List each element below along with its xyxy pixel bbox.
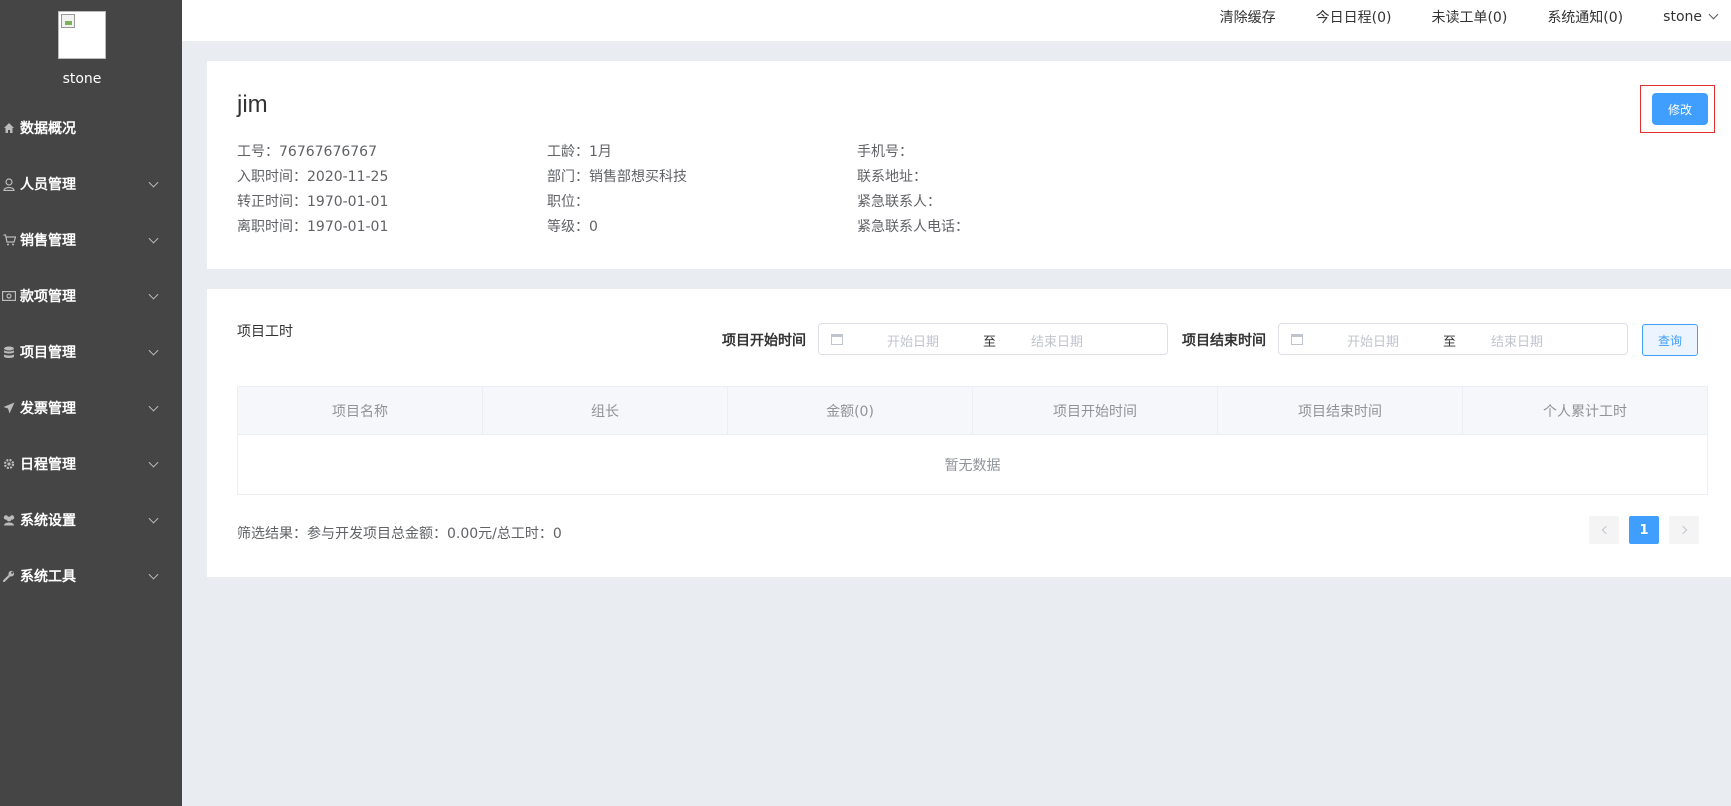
gear-icon (2, 457, 16, 471)
start-date-range-picker[interactable]: 开始日期 至 结束日期 (818, 323, 1168, 355)
sidebar-item-label: 数据概况 (20, 121, 76, 137)
chevron-down-icon (148, 401, 159, 412)
sidebar-item-sales[interactable]: 销售管理 (0, 212, 182, 268)
chevron-down-icon (148, 569, 159, 580)
user-menu[interactable]: stone (1663, 8, 1719, 25)
clear-cache-link[interactable]: 清除缓存 (1220, 7, 1276, 27)
calendar-icon (1291, 334, 1303, 345)
page-number-button[interactable]: 1 (1629, 516, 1659, 544)
project-table: 项目名称 组长 金额(0) 项目开始时间 项目结束时间 个人累计工时 暂无数据 (237, 386, 1708, 495)
chevron-right-icon (1678, 525, 1687, 535)
wrench-icon (2, 569, 16, 583)
broken-image-icon (61, 14, 75, 28)
sidebar-item-label: 销售管理 (20, 233, 76, 249)
prev-page-button[interactable] (1589, 516, 1619, 544)
chevron-down-icon (148, 345, 159, 356)
cart-icon (2, 233, 16, 247)
sidebar-item-label: 系统工具 (20, 569, 76, 585)
sidebar-item-label: 发票管理 (20, 401, 76, 417)
chevron-down-icon (148, 177, 159, 188)
column-header-amount[interactable]: 金额(0) (728, 387, 973, 434)
range-separator: 至 (1443, 335, 1457, 350)
level: 等级：0 (547, 219, 598, 235)
sidebar-item-invoices[interactable]: 发票管理 (0, 380, 182, 436)
chevron-down-icon (148, 289, 159, 300)
address: 联系地址： (857, 169, 927, 185)
sidebar-item-staff[interactable]: 人员管理 (0, 156, 182, 212)
seniority: 工龄：1月 (547, 144, 612, 160)
database-icon (2, 345, 16, 359)
sidebar-item-label: 日程管理 (20, 457, 76, 473)
sidebar-item-schedule[interactable]: 日程管理 (0, 436, 182, 492)
hire-date: 入职时间：2020-11-25 (237, 169, 389, 185)
start-date-input[interactable]: 开始日期 (1347, 331, 1399, 350)
send-icon (2, 401, 16, 415)
avatar[interactable] (58, 11, 106, 59)
sidebar-item-label: 款项管理 (20, 289, 76, 305)
filter-summary: 筛选结果：参与开发项目总金额：0.00元/总工时：0 (237, 526, 562, 542)
calendar-icon (831, 334, 843, 345)
phone: 手机号： (857, 144, 913, 160)
leave-date: 离职时间：1970-01-01 (237, 219, 389, 235)
employee-name: jim (237, 91, 268, 118)
sidebar-menu: 数据概况 人员管理 销售管理 款项管理 项目管理 发票管理 日程管理 系统设置 … (0, 100, 182, 604)
sidebar-item-projects[interactable]: 项目管理 (0, 324, 182, 380)
column-header-end-time[interactable]: 项目结束时间 (1218, 387, 1463, 434)
column-header-project-name[interactable]: 项目名称 (238, 387, 483, 434)
sidebar-item-label: 项目管理 (20, 345, 76, 361)
users-icon (2, 513, 16, 527)
home-icon (2, 121, 16, 135)
department: 部门：销售部想买科技 (547, 169, 687, 185)
next-page-button[interactable] (1669, 516, 1699, 544)
employee-profile-card: jim 工号：76767676767 入职时间：2020-11-25 转正时间：… (207, 61, 1731, 269)
column-header-personal-hours[interactable]: 个人累计工时 (1463, 387, 1707, 434)
user-icon (2, 177, 16, 191)
project-hours-card: 项目工时 项目开始时间 开始日期 至 结束日期 项目结束时间 开始日期 至 结束… (207, 289, 1731, 577)
emergency-contact: 紧急联系人： (857, 194, 941, 210)
sidebar-item-tools[interactable]: 系统工具 (0, 548, 182, 604)
sidebar: stone 数据概况 人员管理 销售管理 款项管理 项目管理 发票管理 日程管理… (0, 0, 182, 806)
end-date-range-picker[interactable]: 开始日期 至 结束日期 (1278, 323, 1628, 355)
emergency-contact-phone: 紧急联系人电话： (857, 219, 969, 235)
money-icon (2, 289, 16, 303)
position: 职位： (547, 194, 589, 210)
today-schedule-link[interactable]: 今日日程(0) (1316, 7, 1392, 27)
chevron-down-icon (148, 457, 159, 468)
query-button[interactable]: 查询 (1642, 324, 1698, 356)
end-date-input[interactable]: 结束日期 (1491, 331, 1543, 350)
system-notice-link[interactable]: 系统通知(0) (1547, 7, 1623, 27)
chevron-down-icon (148, 513, 159, 524)
edit-button-highlight: 修改 (1640, 85, 1715, 133)
column-header-leader[interactable]: 组长 (483, 387, 728, 434)
section-title: 项目工时 (237, 324, 293, 340)
chevron-down-icon (1708, 9, 1719, 20)
regularization-date: 转正时间：1970-01-01 (237, 194, 389, 210)
table-empty-state: 暂无数据 (944, 457, 1001, 474)
top-bar: 清除缓存 今日日程(0) 未读工单(0) 系统通知(0) stone (182, 0, 1731, 41)
end-date-input[interactable]: 结束日期 (1031, 331, 1083, 350)
end-filter-label: 项目结束时间 (1182, 333, 1266, 349)
user-menu-label: stone (1663, 8, 1702, 25)
employee-id: 工号：76767676767 (237, 144, 377, 160)
unread-tickets-link[interactable]: 未读工单(0) (1431, 7, 1507, 27)
chevron-left-icon (1601, 525, 1610, 535)
sidebar-item-overview[interactable]: 数据概况 (0, 100, 182, 156)
sidebar-item-label: 系统设置 (20, 513, 76, 529)
sidebar-item-payments[interactable]: 款项管理 (0, 268, 182, 324)
pagination: 1 (1589, 516, 1709, 544)
edit-button[interactable]: 修改 (1652, 93, 1708, 125)
start-filter-label: 项目开始时间 (722, 333, 806, 349)
chevron-down-icon (148, 233, 159, 244)
range-separator: 至 (983, 335, 997, 350)
sidebar-item-label: 人员管理 (20, 177, 76, 193)
top-nav: 清除缓存 今日日程(0) 未读工单(0) 系统通知(0) stone (1220, 0, 1731, 33)
sidebar-item-settings[interactable]: 系统设置 (0, 492, 182, 548)
table-header: 项目名称 组长 金额(0) 项目开始时间 项目结束时间 个人累计工时 (238, 387, 1707, 435)
column-header-start-time[interactable]: 项目开始时间 (973, 387, 1218, 434)
start-date-input[interactable]: 开始日期 (887, 331, 939, 350)
sidebar-username: stone (62, 71, 102, 87)
